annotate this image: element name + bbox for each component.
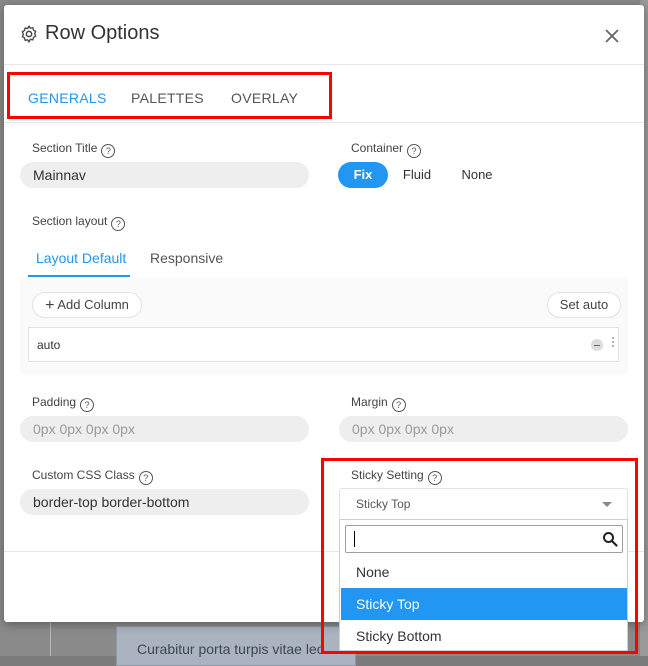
help-icon[interactable]: ? (80, 398, 95, 412)
margin-label: Margin? (351, 395, 406, 412)
section-title-label: Section Title? (32, 141, 116, 158)
custom-css-label-text: Custom CSS Class (32, 468, 135, 482)
help-icon[interactable]: ? (111, 217, 126, 231)
container-label: Container? (351, 141, 422, 158)
add-column-label: Add Column (57, 297, 129, 312)
container-fluid-button[interactable]: Fluid (395, 162, 439, 188)
section-layout-label-text: Section layout (32, 214, 108, 228)
layout-tab-indicator (28, 275, 130, 277)
tab-responsive[interactable]: Responsive (150, 250, 223, 266)
layout-tabs: Layout Default Responsive (20, 242, 628, 279)
highlight-box-tabs (7, 72, 332, 119)
set-auto-button[interactable]: Set auto (547, 292, 621, 318)
custom-css-input[interactable]: border-top border-bottom (20, 489, 309, 515)
section-layout-label: Section layout? (32, 214, 126, 231)
container-fix-button[interactable]: Fix (338, 162, 388, 188)
modal-header: Row Options (4, 5, 644, 65)
margin-input[interactable]: 0px 0px 0px 0px (339, 416, 628, 442)
layout-panel: + Add Column Set auto auto (20, 278, 628, 374)
section-title-input[interactable]: Mainnav (20, 162, 309, 188)
drag-handle-icon[interactable] (612, 337, 615, 351)
plus-icon: + (45, 297, 55, 314)
help-icon[interactable]: ? (407, 144, 422, 158)
modal-title: Row Options (45, 22, 160, 44)
help-icon[interactable]: ? (101, 144, 116, 158)
gear-icon (21, 25, 37, 43)
highlight-box-sticky (321, 458, 638, 654)
close-icon[interactable] (602, 26, 622, 46)
add-column-button[interactable]: + Add Column (32, 292, 142, 318)
padding-label: Padding? (32, 395, 95, 412)
help-icon[interactable]: ? (391, 398, 406, 412)
tab-layout-default[interactable]: Layout Default (36, 250, 126, 266)
padding-label-text: Padding (32, 395, 77, 409)
remove-icon[interactable] (591, 339, 603, 351)
layout-row[interactable]: auto (28, 327, 619, 362)
container-label-text: Container (351, 141, 404, 155)
container-none-button[interactable]: None (455, 162, 499, 188)
custom-css-label: Custom CSS Class? (32, 468, 153, 485)
background-divider (50, 622, 51, 656)
help-icon[interactable]: ? (138, 471, 153, 485)
background-note: Curabitur porta turpis vitae leo (116, 626, 356, 666)
padding-input[interactable]: 0px 0px 0px 0px (20, 416, 309, 442)
section-title-label-text: Section Title (32, 141, 98, 155)
margin-label-text: Margin (351, 395, 388, 409)
layout-row-value: auto (37, 338, 61, 352)
